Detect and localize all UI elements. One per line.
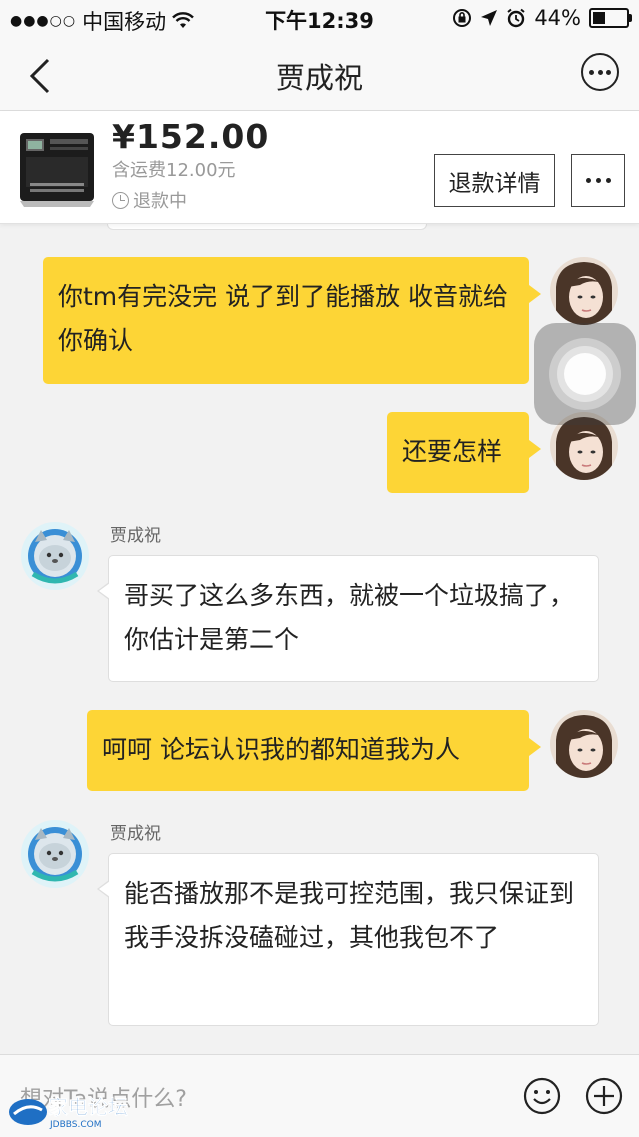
alarm-icon <box>507 8 525 28</box>
message-text: 还要怎样 <box>402 437 503 466</box>
my-message-bubble[interactable]: 你tm有完没完 说了到了能播放 收音就给你确认 <box>43 257 541 384</box>
product-price: ¥152.00 <box>112 117 270 156</box>
battery-percent: 44% <box>534 6 581 30</box>
order-product-bar: ¥152.00 含运费12.00元 退款中 退款详情 <box>0 111 639 224</box>
more-options-icon[interactable] <box>581 53 619 91</box>
message-text: 呵呵 论坛认识我的都知道我为人 <box>102 735 460 764</box>
chat-title: 贾成祝 <box>275 61 363 95</box>
seller-avatar[interactable] <box>21 522 89 590</box>
product-thumbnail[interactable] <box>16 127 98 209</box>
refund-details-button[interactable]: 退款详情 <box>434 154 555 207</box>
seller-message-bubble[interactable]: 能否播放那不是我可控范围，我只保证到我手没拆没磕碰过，其他我包不了 <box>97 853 599 1026</box>
refund-status: 退款中 <box>112 187 187 213</box>
emoji-icon[interactable] <box>523 1077 561 1115</box>
my-avatar[interactable] <box>550 710 618 778</box>
shipping-fee: 含运费12.00元 <box>112 160 236 181</box>
clock-icon <box>112 191 129 209</box>
location-arrow-icon <box>481 10 498 26</box>
sender-name: 贾成祝 <box>110 824 161 844</box>
status-bar: ●●●○○ 中国移动 下午12:39 44% <box>0 0 639 36</box>
message-text: 你tm有完没完 说了到了能播放 收音就给你确认 <box>58 282 509 355</box>
seller-message-bubble[interactable]: 哥买了这么多东西，就被一个垃圾搞了，你估计是第二个 <box>97 555 599 682</box>
sender-name: 贾成祝 <box>110 526 161 546</box>
nav-bar: 贾成祝 <box>0 36 639 111</box>
order-more-button[interactable] <box>571 154 625 207</box>
jdbbs-watermark-logo: 家电论坛 JDBBS.COM <box>9 1095 128 1130</box>
my-message-bubble[interactable]: 呵呵 论坛认识我的都知道我为人 <box>87 710 541 791</box>
dot <box>605 178 611 183</box>
seller-avatar[interactable] <box>21 820 89 888</box>
dot <box>595 178 601 183</box>
assistive-touch-button[interactable] <box>534 323 636 425</box>
battery-icon <box>589 8 632 28</box>
watermark-name: 家电论坛 <box>48 1095 128 1119</box>
plus-icon[interactable] <box>585 1077 623 1115</box>
message-text: 能否播放那不是我可控范围，我只保证到我手没拆没磕碰过，其他我包不了 <box>124 879 575 952</box>
dot <box>585 178 591 183</box>
rotation-lock-icon <box>453 9 472 27</box>
refund-status-label: 退款中 <box>133 191 187 212</box>
my-message-bubble[interactable]: 还要怎样 <box>387 412 541 493</box>
my-avatar[interactable] <box>550 257 618 325</box>
message-text: 哥买了这么多东西，就被一个垃圾搞了，你估计是第二个 <box>124 581 575 654</box>
watermark-url: JDBBS.COM <box>49 1120 101 1130</box>
